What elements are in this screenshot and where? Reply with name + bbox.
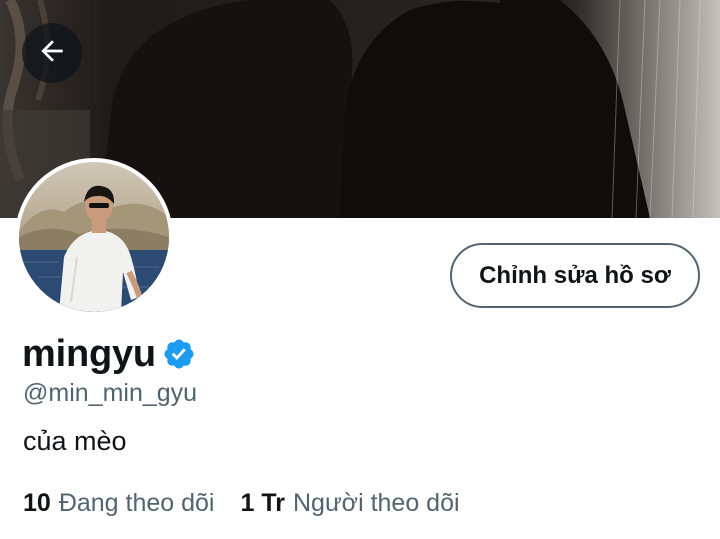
edit-profile-button-label: Chỉnh sửa hồ sơ: [479, 261, 671, 289]
arrow-left-icon: [36, 35, 68, 72]
following-link[interactable]: 10 Đang theo dõi: [23, 489, 215, 518]
back-button[interactable]: [22, 23, 82, 83]
display-name: mingyu: [22, 332, 156, 375]
edit-profile-button[interactable]: Chỉnh sửa hồ sơ: [450, 243, 700, 308]
avatar[interactable]: [15, 158, 173, 316]
following-count: 10: [23, 489, 51, 517]
name-row: mingyu: [22, 330, 196, 378]
follow-stats: 10 Đang theo dõi 1 Tr Người theo dõi: [23, 489, 460, 518]
followers-label: Người theo dõi: [292, 489, 460, 517]
verified-badge-icon[interactable]: [162, 337, 196, 371]
following-label: Đang theo dõi: [58, 489, 215, 517]
avatar-photo: [19, 162, 169, 312]
profile-page: Chỉnh sửa hồ sơ mingyu @min_min_gyu của …: [0, 0, 720, 539]
user-handle: @min_min_gyu: [23, 379, 198, 407]
followers-link[interactable]: 1 Tr Người theo dõi: [241, 489, 460, 518]
profile-bio: của mèo: [23, 426, 127, 456]
followers-count: 1 Tr: [240, 489, 285, 517]
